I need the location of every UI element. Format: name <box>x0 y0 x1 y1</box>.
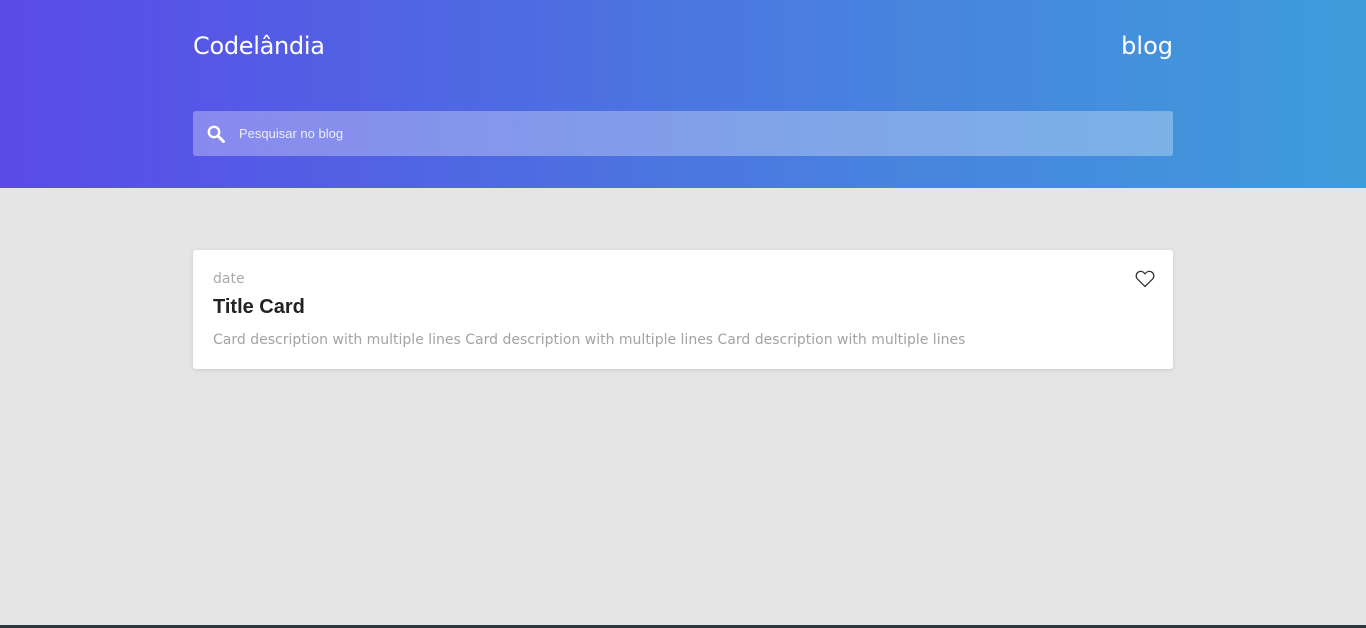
search-input[interactable] <box>239 111 1159 156</box>
nav-link-blog[interactable]: blog <box>1121 31 1173 61</box>
post-card[interactable]: date Title Card Card description with mu… <box>193 250 1173 369</box>
card-date: date <box>213 271 245 287</box>
card-title[interactable]: Title Card <box>213 296 305 319</box>
heart-outline-icon[interactable] <box>1135 270 1155 288</box>
header: Codelândia blog <box>0 0 1366 188</box>
search-icon <box>207 125 225 143</box>
header-inner: Codelândia blog <box>193 0 1173 188</box>
search-bar[interactable] <box>193 111 1173 156</box>
brand-logo[interactable]: Codelândia <box>193 31 325 61</box>
card-description: Card description with multiple lines Car… <box>213 332 966 348</box>
